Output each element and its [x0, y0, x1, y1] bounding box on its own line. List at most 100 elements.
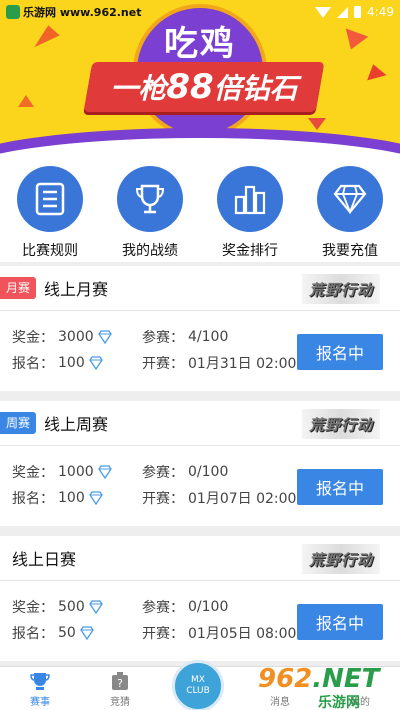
card-title: 线上周赛: [44, 415, 109, 434]
match-card-daily[interactable]: 线上日赛 荒野行动 奖金： 500 报名： 50 参赛： 0/100 开赛： 01月05…: [0, 536, 400, 661]
watermark-text: 乐游网 www.962.net: [23, 6, 142, 19]
quick-link-label: 奖金排行: [222, 243, 278, 259]
tab-events[interactable]: 赛事: [0, 667, 80, 710]
players-label: 参赛：: [142, 330, 184, 346]
match-card-weekly[interactable]: 周赛 线上周赛 荒野行动 奖金： 1000 报名： 100 参赛： 0/100 开赛：…: [0, 401, 400, 526]
quick-link-ranking[interactable]: 奖金排行: [200, 158, 300, 262]
start-row: 开赛： 01月05日 08:00: [142, 623, 296, 643]
card-tag: 月赛: [0, 277, 37, 299]
tab-label: 赛事: [30, 697, 50, 708]
players-label: 参赛：: [142, 465, 184, 481]
club-line2: CLUB: [186, 686, 210, 696]
card-title: 线上日赛: [12, 550, 77, 569]
brand-number: 962: [258, 664, 313, 694]
match-card-monthly[interactable]: 月赛 线上月赛 荒野行动 奖金： 3000 报名： 100 参赛： 4/100 开赛：…: [0, 266, 400, 391]
diamond-icon: [80, 626, 94, 640]
svg-text:?: ?: [117, 677, 123, 690]
quick-link-label: 我的战绩: [122, 243, 178, 259]
start-value: 01月05日 08:00: [188, 626, 297, 642]
diamond-icon: [97, 330, 112, 344]
prize-value: 500: [58, 599, 85, 615]
fee-row: 报名： 50: [12, 623, 94, 643]
fee-label: 报名：: [12, 491, 54, 507]
quick-links: 比赛规则 我的战绩 奖金排行 我要充值: [0, 158, 400, 262]
ribbon-number: 88: [166, 67, 214, 107]
decor-triangle: [308, 118, 326, 130]
tab-label: 竞猜: [110, 697, 130, 708]
ribbon-suffix: 倍钻石: [213, 72, 298, 105]
decor-triangle: [18, 95, 34, 107]
start-value: 01月31日 02:00: [188, 356, 297, 372]
club-button[interactable]: MX CLUB: [172, 660, 224, 710]
club-line1: MX: [191, 675, 205, 685]
ribbon-prefix: 一枪: [110, 72, 167, 105]
brand-domain: .NET: [312, 664, 380, 694]
quick-link-record[interactable]: 我的战绩: [100, 158, 200, 262]
fee-value: 50: [58, 625, 76, 641]
start-row: 开赛： 01月31日 02:00: [142, 353, 296, 373]
fee-label: 报名：: [12, 626, 54, 642]
signal-icon: [337, 6, 349, 18]
card-header: 月赛 线上月赛 荒野行动: [0, 266, 400, 311]
start-label: 开赛：: [142, 491, 184, 507]
card-header: 周赛 线上周赛 荒野行动: [0, 401, 400, 446]
players-row: 参赛： 4/100: [142, 327, 228, 347]
clock: 4:49: [367, 5, 394, 19]
diamond-icon: [88, 491, 103, 505]
diamond-icon: [88, 600, 103, 614]
watermark: 乐游网 www.962.net: [6, 4, 141, 20]
card-body: 奖金： 3000 报名： 100 参赛： 4/100 开赛： 01月31日 02:00 …: [0, 311, 400, 391]
quick-link-recharge[interactable]: 我要充值: [300, 158, 400, 262]
quick-link-label: 我要充值: [322, 243, 378, 259]
tab-quiz[interactable]: ? 竞猜: [80, 667, 160, 710]
players-label: 参赛：: [142, 600, 184, 616]
players-value: 4/100: [188, 329, 229, 345]
status-bar: 乐游网 www.962.net 4:49: [0, 0, 400, 24]
quick-link-label: 比赛规则: [22, 243, 78, 259]
signup-button[interactable]: 报名中: [297, 604, 383, 640]
prize-label: 奖金：: [12, 465, 54, 481]
diamond-icon: [317, 166, 383, 232]
players-value: 0/100: [188, 464, 229, 480]
watermark-brand: 962.NET: [258, 664, 379, 694]
fee-row: 报名： 100: [12, 488, 103, 508]
fee-label: 报名：: [12, 356, 54, 372]
system-icons: 4:49: [315, 5, 394, 19]
card-title: 线上月赛: [44, 280, 109, 299]
rules-document-icon: [17, 166, 83, 232]
fee-value: 100: [58, 490, 85, 506]
prize-value: 1000: [58, 464, 94, 480]
start-label: 开赛：: [142, 626, 184, 642]
prize-row: 奖金： 1000: [12, 462, 112, 482]
diamond-icon: [88, 356, 103, 370]
prize-row: 奖金： 3000: [12, 327, 112, 347]
card-tag: 周赛: [0, 412, 37, 434]
banner-ribbon-text: 一枪88倍钻石: [88, 64, 320, 110]
prize-row: 奖金： 500: [12, 597, 103, 617]
players-row: 参赛： 0/100: [142, 597, 228, 617]
fee-row: 报名： 100: [12, 353, 103, 373]
players-row: 参赛： 0/100: [142, 462, 228, 482]
quiz-bag-icon: ?: [112, 672, 128, 690]
game-logo: 荒野行动: [302, 409, 380, 439]
start-row: 开赛： 01月07日 02:00: [142, 488, 296, 508]
game-logo: 荒野行动: [302, 544, 380, 574]
bar-ranking-icon: [217, 166, 283, 232]
quick-link-rules[interactable]: 比赛规则: [0, 158, 100, 262]
wifi-icon: [315, 6, 332, 18]
card-header: 线上日赛 荒野行动: [0, 536, 400, 581]
watermark-logo-icon: [6, 5, 20, 19]
signup-button[interactable]: 报名中: [297, 469, 383, 505]
fee-value: 100: [58, 355, 85, 371]
prize-value: 3000: [58, 329, 94, 345]
diamond-icon: [97, 465, 112, 479]
trophy-tab-icon: [30, 673, 50, 690]
prize-label: 奖金：: [12, 600, 54, 616]
card-body: 奖金： 500 报名： 50 参赛： 0/100 开赛： 01月05日 08:00 报名…: [0, 581, 400, 661]
watermark-brand-cn: 乐游网: [318, 695, 360, 710]
start-label: 开赛：: [142, 356, 184, 372]
start-value: 01月07日 02:00: [188, 491, 297, 507]
trophy-icon: [117, 166, 183, 232]
signup-button[interactable]: 报名中: [297, 334, 383, 370]
card-body: 奖金： 1000 报名： 100 参赛： 0/100 开赛： 01月07日 02:00 …: [0, 446, 400, 526]
